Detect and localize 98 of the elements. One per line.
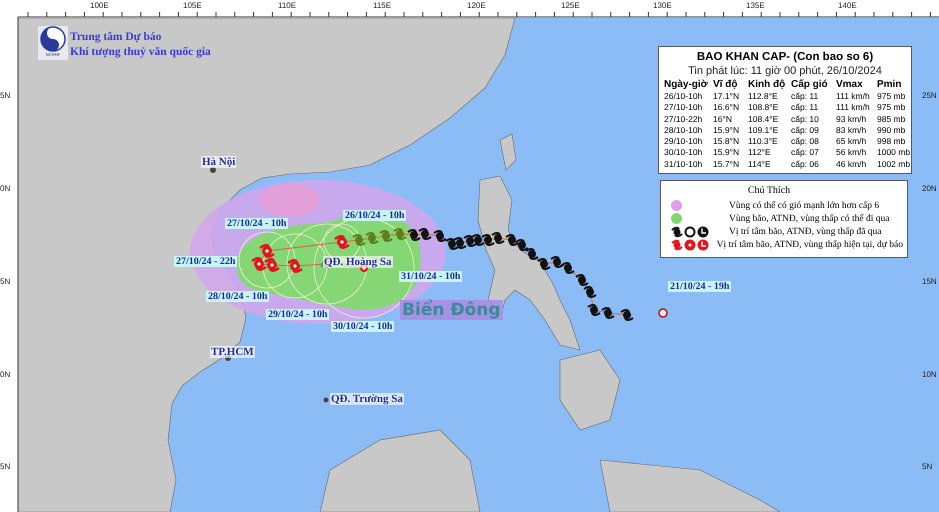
latitude-label: 0N: [0, 370, 10, 379]
latitude-label: 20N: [922, 184, 937, 193]
longitude-label: 140E: [838, 1, 857, 10]
table-cell-text: cấp: 10: [791, 114, 820, 125]
table-cell-text: 15.9°N: [713, 147, 740, 159]
column-header: Ngày-giờ: [664, 78, 709, 91]
longitude-label: 110E: [278, 1, 296, 10]
table-cell-text: 83 km/h: [836, 124, 868, 136]
table-cell-text: cấp: 11: [791, 91, 820, 102]
track-time-label: 21/10/24 - 19h: [668, 281, 732, 292]
table-cell-text: 27/10-10h: [664, 102, 704, 114]
table-cell-text: 56 km/h: [836, 147, 868, 159]
table-cell-text: 26/10-10h: [664, 91, 704, 102]
table-cell-text: 985 mb: [877, 114, 906, 125]
agency-name: Trung tâm Dự báo: [70, 30, 162, 45]
table-cell-text: 990 mb: [877, 124, 906, 136]
yin-yang-icon: [40, 26, 66, 52]
track-time-label: 27/10/24 - 10h: [225, 218, 288, 229]
latitude-label: 25N: [922, 91, 937, 100]
location-dot: [225, 355, 231, 361]
table-cell-text: cấp: 06: [791, 158, 820, 170]
table-cell-text: 29/10-10h: [664, 136, 704, 148]
table-cell-text: 16.6°N: [713, 102, 740, 114]
table-cell-text: 15.8°N: [713, 136, 740, 148]
legend-text: Vị trí tâm bão, ATNĐ, vùng thấp đã qua: [729, 226, 882, 236]
column-header: Vĩ độ: [713, 78, 738, 91]
table-cell-text: 27/10-22h: [664, 114, 704, 125]
table-cell-text: 15.7°N: [713, 158, 740, 170]
legend-text: Vùng có thể có gió mạnh lớn hơn cấp 6: [729, 200, 880, 210]
longitude-label: 105E: [183, 1, 202, 10]
location-dot: [320, 262, 326, 268]
column-header: Vmax: [836, 78, 864, 91]
table-cell-text: 112.8°E: [748, 91, 779, 102]
table-cell-text: 16°N: [713, 114, 733, 125]
table-cell-text: 1002 mb: [877, 158, 912, 170]
longitude-label: 100E: [90, 1, 109, 10]
island: [500, 134, 516, 171]
table-cell-text: 93 km/h: [836, 114, 868, 125]
latitude-label: 15N: [922, 277, 937, 286]
latitude-label: 5N: [922, 462, 932, 471]
track-time-label: 31/10/24 - 10h: [399, 271, 462, 282]
latitude-label: 5N: [0, 462, 10, 471]
table-cell-text: 28/10-10h: [664, 124, 704, 136]
agency-name: Khí tượng thuỷ văn quốc gia: [70, 45, 211, 60]
legend-dot: [671, 200, 682, 211]
table-cell-text: cấp: 11: [791, 102, 820, 114]
location-dot: [324, 398, 328, 402]
legend-dot: [671, 213, 682, 224]
legend-text: Vị trí tâm bão, ATNĐ, vùng thấp hiện tại, dự báo: [716, 240, 903, 250]
table-cell-text: 108.8°E: [748, 102, 780, 114]
table-cell-text: 975 mb: [877, 102, 906, 114]
bulletin-title: BAO KHAN CAP- (Con bao so 6): [696, 50, 874, 64]
table-cell-text: 1000 mb: [877, 147, 912, 159]
table-cell-text: 114°E: [748, 158, 772, 170]
table-cell-text: 975 mb: [877, 91, 906, 102]
table-cell-text: cấp: 08: [791, 136, 820, 148]
location-dot: [210, 167, 216, 173]
table-cell-text: 109.1°E: [748, 124, 780, 136]
table-cell-text: 112°E: [748, 147, 772, 159]
table-cell-text: 111 km/h: [836, 91, 871, 102]
table-cell-text: 46 km/h: [836, 158, 868, 170]
table-cell-text: 31/10-10h: [664, 158, 704, 170]
table-cell-text: 111 km/h: [836, 102, 871, 114]
longitude-label: 120E: [467, 1, 486, 10]
track-time-label: 30/10/24 - 10h: [331, 321, 394, 332]
column-header: Cấp gió: [791, 78, 829, 91]
longitude-label: 130E: [653, 1, 672, 10]
latitude-label: 5N: [0, 277, 10, 286]
longitude-label: 115E: [373, 1, 392, 10]
place-label: Hà Nội: [201, 156, 236, 168]
bulletin-time: Tin phát lúc: 11 giờ 00 phút, 26/10/2024: [688, 64, 882, 78]
legend-text: Vùng bão, ATNĐ, vùng thấp có thể đi qua: [729, 214, 890, 224]
column-header: Pmin: [877, 78, 902, 91]
track-time-label: 29/10/24 - 10h: [266, 309, 330, 320]
table-cell-text: 30/10-10h: [664, 147, 704, 159]
latitude-label: 10N: [922, 370, 937, 379]
table-cell-text: 17.1°N: [713, 91, 740, 102]
longitude-label: 135E: [746, 1, 765, 10]
latitude-label: 5N: [0, 91, 10, 100]
track-time-label: 26/10/24 - 10h: [343, 210, 406, 221]
table-cell-text: 65 km/h: [836, 136, 868, 148]
place-label: QĐ. Trường Sa: [330, 393, 404, 405]
table-cell-text: 110.3°E: [748, 136, 779, 148]
table-cell-text: cấp: 07: [791, 147, 820, 159]
longitude-label: 125E: [561, 1, 580, 10]
table-cell-text: 108.4°E: [748, 114, 780, 125]
legend-title: Chú Thích: [748, 185, 790, 197]
track-time-label: 28/10/24 - 10h: [206, 291, 270, 302]
track-time-label: 27/10/24 - 22h: [174, 256, 238, 267]
table-cell-text: cấp: 09: [791, 124, 820, 136]
storm-symbols-icon: [671, 238, 711, 250]
place-label: QĐ. Hoàng Sa: [323, 256, 393, 268]
latitude-label: 0N: [0, 184, 10, 193]
column-header: Kinh độ: [748, 78, 786, 91]
table-cell-text: 15.9°N: [713, 124, 740, 136]
storm-symbols-icon: [671, 226, 711, 238]
sea-label: Biển Đông: [400, 300, 503, 320]
table-cell-text: 998 mb: [877, 136, 906, 148]
